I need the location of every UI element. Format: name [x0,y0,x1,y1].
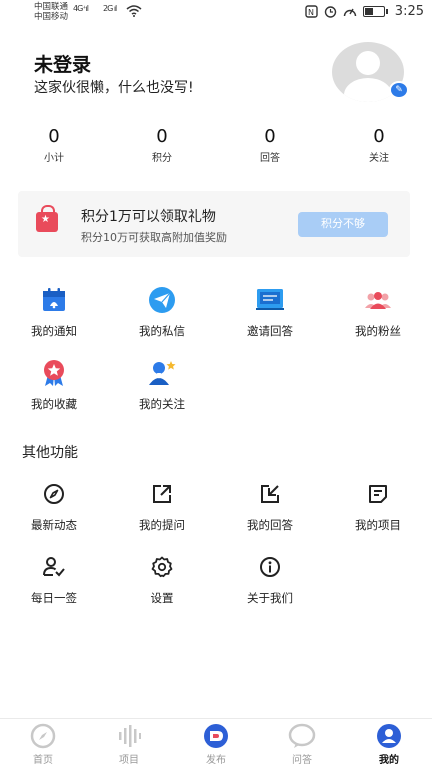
favorite-badge-icon [39,358,69,388]
alarm-icon [324,6,336,18]
menu-my-fans[interactable]: 我的粉丝 [338,285,418,339]
fans-icon [363,285,393,315]
clock: 3:25 [394,4,424,19]
menu-label: 我的通知 [31,324,77,338]
menu-settings[interactable]: 设置 [122,552,202,606]
menu-label: 我的粉丝 [355,324,401,338]
avatar-head [356,51,380,75]
user-check-icon [39,552,69,582]
nav-label: 问答 [292,755,312,766]
carrier-1: 中国联通 [34,2,69,12]
nav-qa[interactable]: 问答 [272,723,332,766]
chat-bubble-icon [288,723,316,749]
status-right: N 3:25 [305,4,424,19]
waveform-icon [115,723,143,749]
gift-title: 积分1万可以领取礼物 [81,209,216,225]
stat-label: 小计 [44,153,64,164]
stat-label: 关注 [369,153,389,164]
stat-value: 0 [156,126,168,147]
stat-label: 回答 [260,153,280,164]
menu-label: 我的提问 [139,518,185,532]
nfc-icon: N [305,5,318,18]
user-circle-icon [375,723,403,749]
book-invite-icon [255,285,285,315]
carrier-info: 中国联通 中国移动 [34,2,68,22]
nav-projects[interactable]: 项目 [99,723,159,766]
nav-home[interactable]: 首页 [13,723,73,766]
reply-in-icon [255,479,285,509]
signal-1: 4G⁺ıl [73,4,89,13]
other-functions-title: 其他功能 [22,445,78,461]
nav-label: 我的 [379,755,399,766]
menu-my-favorites[interactable]: 我的收藏 [14,358,94,412]
menu-my-questions[interactable]: 我的提问 [122,479,202,533]
follow-star-icon [147,358,177,388]
redeem-button[interactable]: 积分不够 [298,212,388,237]
compass-icon [29,723,57,749]
nav-label: 项目 [119,755,139,766]
menu-label: 我的项目 [355,518,401,532]
calendar-notice-icon [39,285,69,315]
menu-my-projects[interactable]: 我的项目 [338,479,418,533]
stat-value: 0 [48,126,60,147]
stat-answers[interactable]: 0 回答 [240,126,300,164]
avatar-body [344,78,392,102]
message-icon [147,285,177,315]
menu-about-us[interactable]: 关于我们 [230,552,310,606]
gift-bag-icon [36,205,58,232]
compass-icon [39,479,69,509]
menu-label: 我的收藏 [31,397,77,411]
nav-label: 首页 [33,755,53,766]
stat-value: 0 [373,126,385,147]
bottom-nav: 首页 项目 发布 问答 我的 [0,718,432,768]
menu-my-answers[interactable]: 我的回答 [230,479,310,533]
carrier-2: 中国移动 [34,12,69,22]
stat-subtotal[interactable]: 0 小计 [24,126,84,164]
info-icon [255,552,285,582]
gift-subtitle: 积分10万可获取高附加值奖励 [81,231,227,244]
wifi-icon [126,5,142,17]
gift-card: 积分1万可以领取礼物 积分10万可获取高附加值奖励 积分不够 [18,191,410,257]
nav-publish[interactable]: 发布 [186,723,246,766]
menu-label: 设置 [150,591,174,605]
profile-name[interactable]: 未登录 [34,50,91,77]
menu-invite-answer[interactable]: 邀请回答 [230,285,310,339]
speed-icon [343,8,356,17]
menu-daily-checkin[interactable]: 每日一签 [14,552,94,606]
menu-label: 每日一签 [31,591,77,605]
menu-label: 最新动态 [31,518,77,532]
menu-label: 关于我们 [247,591,293,605]
publish-icon [202,723,230,749]
menu-label: 邀请回答 [247,324,293,338]
stat-following[interactable]: 0 关注 [349,126,409,164]
stat-label: 积分 [152,153,172,164]
share-out-icon [147,479,177,509]
menu-label: 我的私信 [139,324,185,338]
nav-label: 发布 [206,755,226,766]
stat-value: 0 [264,126,276,147]
battery-icon [362,6,388,17]
stat-points[interactable]: 0 积分 [132,126,192,164]
stats-row: 0 小计 0 积分 0 回答 0 关注 [0,126,432,166]
edit-profile-icon[interactable]: ✎ [389,81,409,99]
menu-my-messages[interactable]: 我的私信 [122,285,202,339]
signal-2: 2G ıl [103,4,117,13]
gear-icon [147,552,177,582]
menu-my-follows[interactable]: 我的关注 [122,358,202,412]
menu-label: 我的关注 [139,397,185,411]
menu-label: 我的回答 [247,518,293,532]
menu-my-notices[interactable]: 我的通知 [14,285,94,339]
menu-latest-news[interactable]: 最新动态 [14,479,94,533]
nav-mine[interactable]: 我的 [359,723,419,766]
document-icon [363,479,393,509]
svg-text:N: N [308,8,314,17]
profile-bio: 这家伙很懒，什么也没写! [34,80,194,96]
status-bar: 中国联通 中国移动 4G⁺ıl 2G ıl N 3:25 [0,0,432,26]
